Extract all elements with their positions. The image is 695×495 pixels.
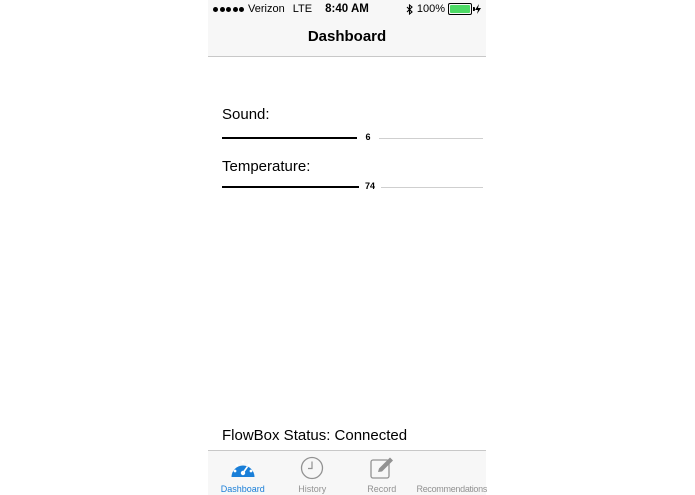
tab-label: History (298, 484, 327, 494)
speedometer-icon (231, 460, 255, 477)
temperature-label: Temperature: (222, 158, 311, 175)
status-bar: Verizon LTE 8:40 AM 100% (208, 0, 486, 18)
phone-screen: Verizon LTE 8:40 AM 100% Dashboard Sound… (208, 0, 488, 495)
clock-icon (301, 456, 324, 480)
sound-label: Sound: (222, 106, 270, 123)
tab-recommendations[interactable]: Recommendations (416, 451, 488, 495)
tab-label: Recommendations (416, 484, 488, 494)
slider-value: 6 (365, 132, 371, 142)
tab-history[interactable]: History (278, 451, 348, 495)
battery-percent: 100% (416, 3, 445, 15)
tab-bar: Dashboard History Record Recommendations (208, 450, 488, 495)
temperature-slider[interactable]: 74 (222, 180, 483, 194)
slider-value: 74 (364, 181, 375, 191)
slider-track (379, 137, 483, 139)
edit-icon (370, 457, 393, 479)
page-title: Dashboard (307, 28, 387, 45)
bluetooth-icon (406, 3, 413, 15)
tab-label: Dashboard (220, 484, 265, 494)
battery-icon (448, 3, 475, 15)
connection-status: FlowBox Status: Connected (222, 427, 408, 444)
tab-label: Record (367, 484, 397, 494)
sound-slider[interactable]: 6 (222, 131, 483, 145)
slider-fill (222, 186, 359, 188)
tab-dashboard[interactable]: Dashboard (208, 451, 278, 495)
slider-fill (222, 137, 357, 139)
charging-icon (475, 4, 481, 14)
slider-track (381, 186, 483, 188)
tab-record[interactable]: Record (347, 451, 417, 495)
navigation-bar: Dashboard (208, 18, 486, 57)
